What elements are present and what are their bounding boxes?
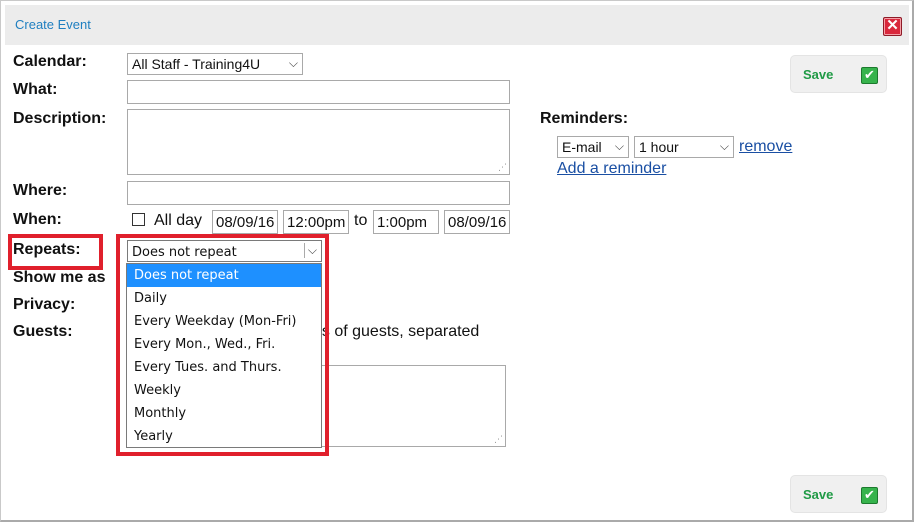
what-label: What: [13, 81, 58, 98]
repeats-label-highlight [8, 234, 103, 270]
guests-textarea[interactable]: ⋰ [313, 365, 506, 447]
remove-reminder-link[interactable]: remove [739, 138, 792, 156]
reminder-time-value: 1 hour [639, 139, 679, 155]
show-me-as-label: Show me as [13, 269, 106, 286]
dialog-titlebar: Create Event ✕ [5, 5, 909, 45]
where-label: Where: [13, 182, 68, 199]
repeats-dropdown-highlight [116, 234, 329, 456]
reminder-method-value: E-mail [562, 139, 602, 155]
end-date-value: 08/09/16 [448, 214, 507, 231]
end-date-input[interactable]: 08/09/16 [444, 210, 510, 234]
guests-label: Guests: [13, 323, 73, 340]
reminder-method-select[interactable]: E-mail ⌵ [557, 136, 629, 158]
all-day-label: All day [154, 212, 203, 229]
where-input[interactable] [127, 181, 510, 205]
guests-hint: es of guests, separated [313, 323, 480, 340]
add-reminder-link[interactable]: Add a reminder [557, 160, 666, 178]
description-label: Description: [13, 110, 107, 127]
save-button-label: Save [803, 67, 834, 82]
close-icon[interactable]: ✕ [883, 17, 902, 36]
checkmark-icon: ✔ [861, 487, 878, 504]
calendar-select[interactable]: All Staff - Training4U ⌵ [127, 53, 303, 75]
what-input[interactable] [127, 80, 510, 104]
save-button-label: Save [803, 487, 834, 502]
when-label: When: [13, 211, 62, 228]
resize-grip-icon[interactable]: ⋰ [494, 436, 503, 445]
chevron-down-icon: ⌵ [719, 139, 729, 153]
reminder-time-select[interactable]: 1 hour ⌵ [634, 136, 734, 158]
start-time-value: 12:00pm [287, 214, 346, 231]
end-time-value: 1:00pm [377, 214, 428, 231]
to-label: to [354, 212, 368, 229]
start-date-value: 08/09/16 [216, 214, 275, 231]
chevron-down-icon: ⌵ [614, 139, 624, 153]
save-button-top[interactable]: Save ✔ [790, 55, 887, 93]
resize-grip-icon[interactable]: ⋰ [498, 164, 507, 173]
all-day-checkbox[interactable] [132, 213, 145, 226]
calendar-select-value: All Staff - Training4U [132, 56, 261, 72]
privacy-label: Privacy: [13, 296, 76, 313]
end-time-input[interactable]: 1:00pm [373, 210, 439, 234]
start-date-input[interactable]: 08/09/16 [212, 210, 278, 234]
chevron-down-icon: ⌵ [288, 56, 298, 70]
start-time-input[interactable]: 12:00pm [283, 210, 349, 234]
checkmark-icon: ✔ [861, 67, 878, 84]
reminders-label: Reminders: [540, 110, 629, 127]
dialog-title: Create Event [15, 17, 91, 32]
calendar-label: Calendar: [13, 53, 87, 70]
save-button-bottom[interactable]: Save ✔ [790, 475, 887, 513]
description-textarea[interactable]: ⋰ [127, 109, 510, 175]
create-event-dialog: Create Event ✕ Calendar: What: Descripti… [0, 0, 914, 522]
